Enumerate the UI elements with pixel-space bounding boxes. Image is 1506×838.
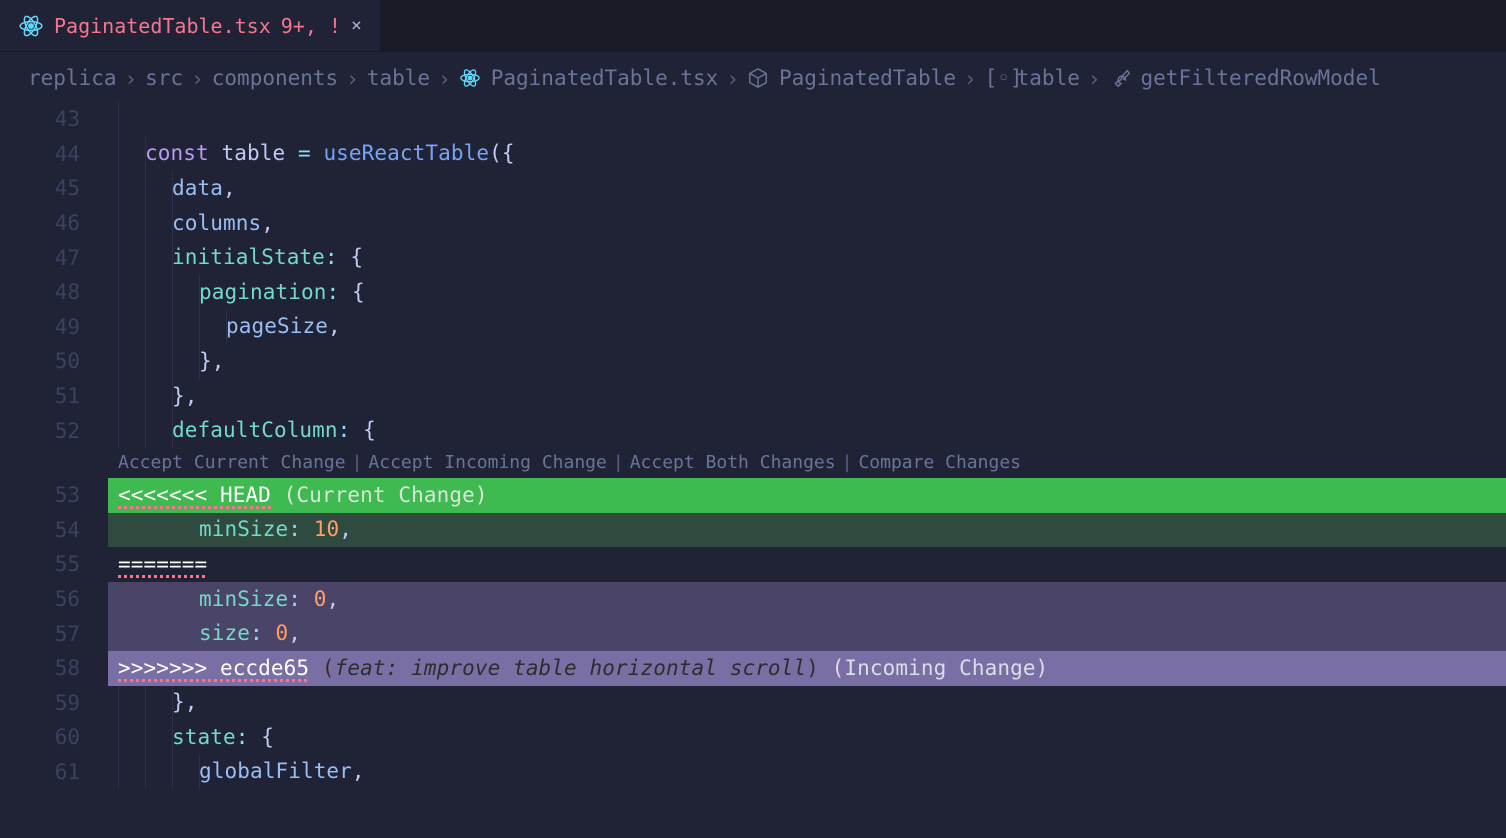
- code-line: 59 },: [0, 686, 1506, 721]
- code-editor[interactable]: 43 44 const table = useReactTable({ 45 d…: [0, 102, 1506, 789]
- line-number: 43: [0, 107, 108, 131]
- conflict-incoming-line: 57 size: 0,: [0, 616, 1506, 651]
- code-line: 61 globalFilter,: [0, 755, 1506, 790]
- code-line: 43: [0, 102, 1506, 137]
- bracket-icon: [◦]: [985, 67, 1007, 89]
- tab-modified-badge: 9+, !: [281, 14, 341, 38]
- chevron-right-icon: ›: [1088, 67, 1101, 91]
- chevron-right-icon: ›: [726, 67, 739, 91]
- line-number: 60: [0, 725, 108, 749]
- breadcrumb-item[interactable]: components: [212, 66, 338, 90]
- conflict-incoming-footer: 58 >>>>>>> eccde65 (feat: improve table …: [0, 651, 1506, 686]
- line-number: 57: [0, 622, 108, 646]
- breadcrumb-item[interactable]: replica: [28, 66, 117, 90]
- line-number: 49: [0, 315, 108, 339]
- code-line: 60 state: {: [0, 720, 1506, 755]
- conflict-current-line: 54 minSize: 10,: [0, 513, 1506, 548]
- breadcrumb-item[interactable]: src: [145, 66, 183, 90]
- conflict-incoming-line: 56 minSize: 0,: [0, 582, 1506, 617]
- line-number: 53: [0, 483, 108, 507]
- line-number: 48: [0, 280, 108, 304]
- editor-tab-bar: PaginatedTable.tsx 9+, ! ×: [0, 0, 1506, 52]
- line-number: 59: [0, 691, 108, 715]
- react-icon: [459, 67, 481, 89]
- chevron-right-icon: ›: [346, 67, 359, 91]
- accept-both-changes[interactable]: Accept Both Changes: [630, 452, 836, 473]
- code-line: 45 data,: [0, 171, 1506, 206]
- chevron-right-icon: ›: [191, 67, 204, 91]
- editor-tab[interactable]: PaginatedTable.tsx 9+, ! ×: [0, 0, 381, 51]
- tab-filename: PaginatedTable.tsx: [54, 14, 271, 38]
- line-number: 58: [0, 656, 108, 680]
- line-number: 61: [0, 760, 108, 784]
- merge-codelens: Accept Current Change | Accept Incoming …: [0, 448, 1506, 478]
- wrench-icon: [1109, 67, 1131, 89]
- line-number: 47: [0, 246, 108, 270]
- close-icon[interactable]: ×: [351, 15, 362, 36]
- code-line: 52 defaultColumn: {: [0, 413, 1506, 448]
- code-line: 50 },: [0, 344, 1506, 379]
- chevron-right-icon: ›: [125, 67, 138, 91]
- chevron-right-icon: ›: [964, 67, 977, 91]
- conflict-current-header: 53 <<<<<<< HEAD (Current Change): [0, 478, 1506, 513]
- code-line: 47 initialState: {: [0, 240, 1506, 275]
- code-line: 44 const table = useReactTable({: [0, 137, 1506, 172]
- breadcrumb-item[interactable]: PaginatedTable: [779, 66, 956, 90]
- chevron-right-icon: ›: [438, 67, 451, 91]
- accept-incoming-change[interactable]: Accept Incoming Change: [368, 452, 606, 473]
- code-line: 46 columns,: [0, 206, 1506, 241]
- line-number: 55: [0, 552, 108, 576]
- breadcrumb-item[interactable]: table: [1017, 66, 1080, 90]
- accept-current-change[interactable]: Accept Current Change: [118, 452, 346, 473]
- conflict-separator: 55 =======: [0, 547, 1506, 582]
- react-icon: [18, 13, 44, 39]
- line-number: 50: [0, 349, 108, 373]
- breadcrumb-item[interactable]: table: [367, 66, 430, 90]
- compare-changes[interactable]: Compare Changes: [858, 452, 1021, 473]
- line-number: 56: [0, 587, 108, 611]
- line-number: 46: [0, 211, 108, 235]
- code-line: 48 pagination: {: [0, 275, 1506, 310]
- code-line: 49 pageSize,: [0, 310, 1506, 345]
- breadcrumb-item[interactable]: getFilteredRowModel: [1141, 66, 1381, 90]
- line-number: 54: [0, 518, 108, 542]
- line-number: 52: [0, 419, 108, 443]
- package-icon: [747, 67, 769, 89]
- breadcrumb-item[interactable]: PaginatedTable.tsx: [491, 66, 719, 90]
- line-number: 51: [0, 384, 108, 408]
- breadcrumb: replica › src › components › table › Pag…: [0, 52, 1506, 102]
- line-number: 45: [0, 176, 108, 200]
- code-line: 51 },: [0, 379, 1506, 414]
- line-number: 44: [0, 142, 108, 166]
